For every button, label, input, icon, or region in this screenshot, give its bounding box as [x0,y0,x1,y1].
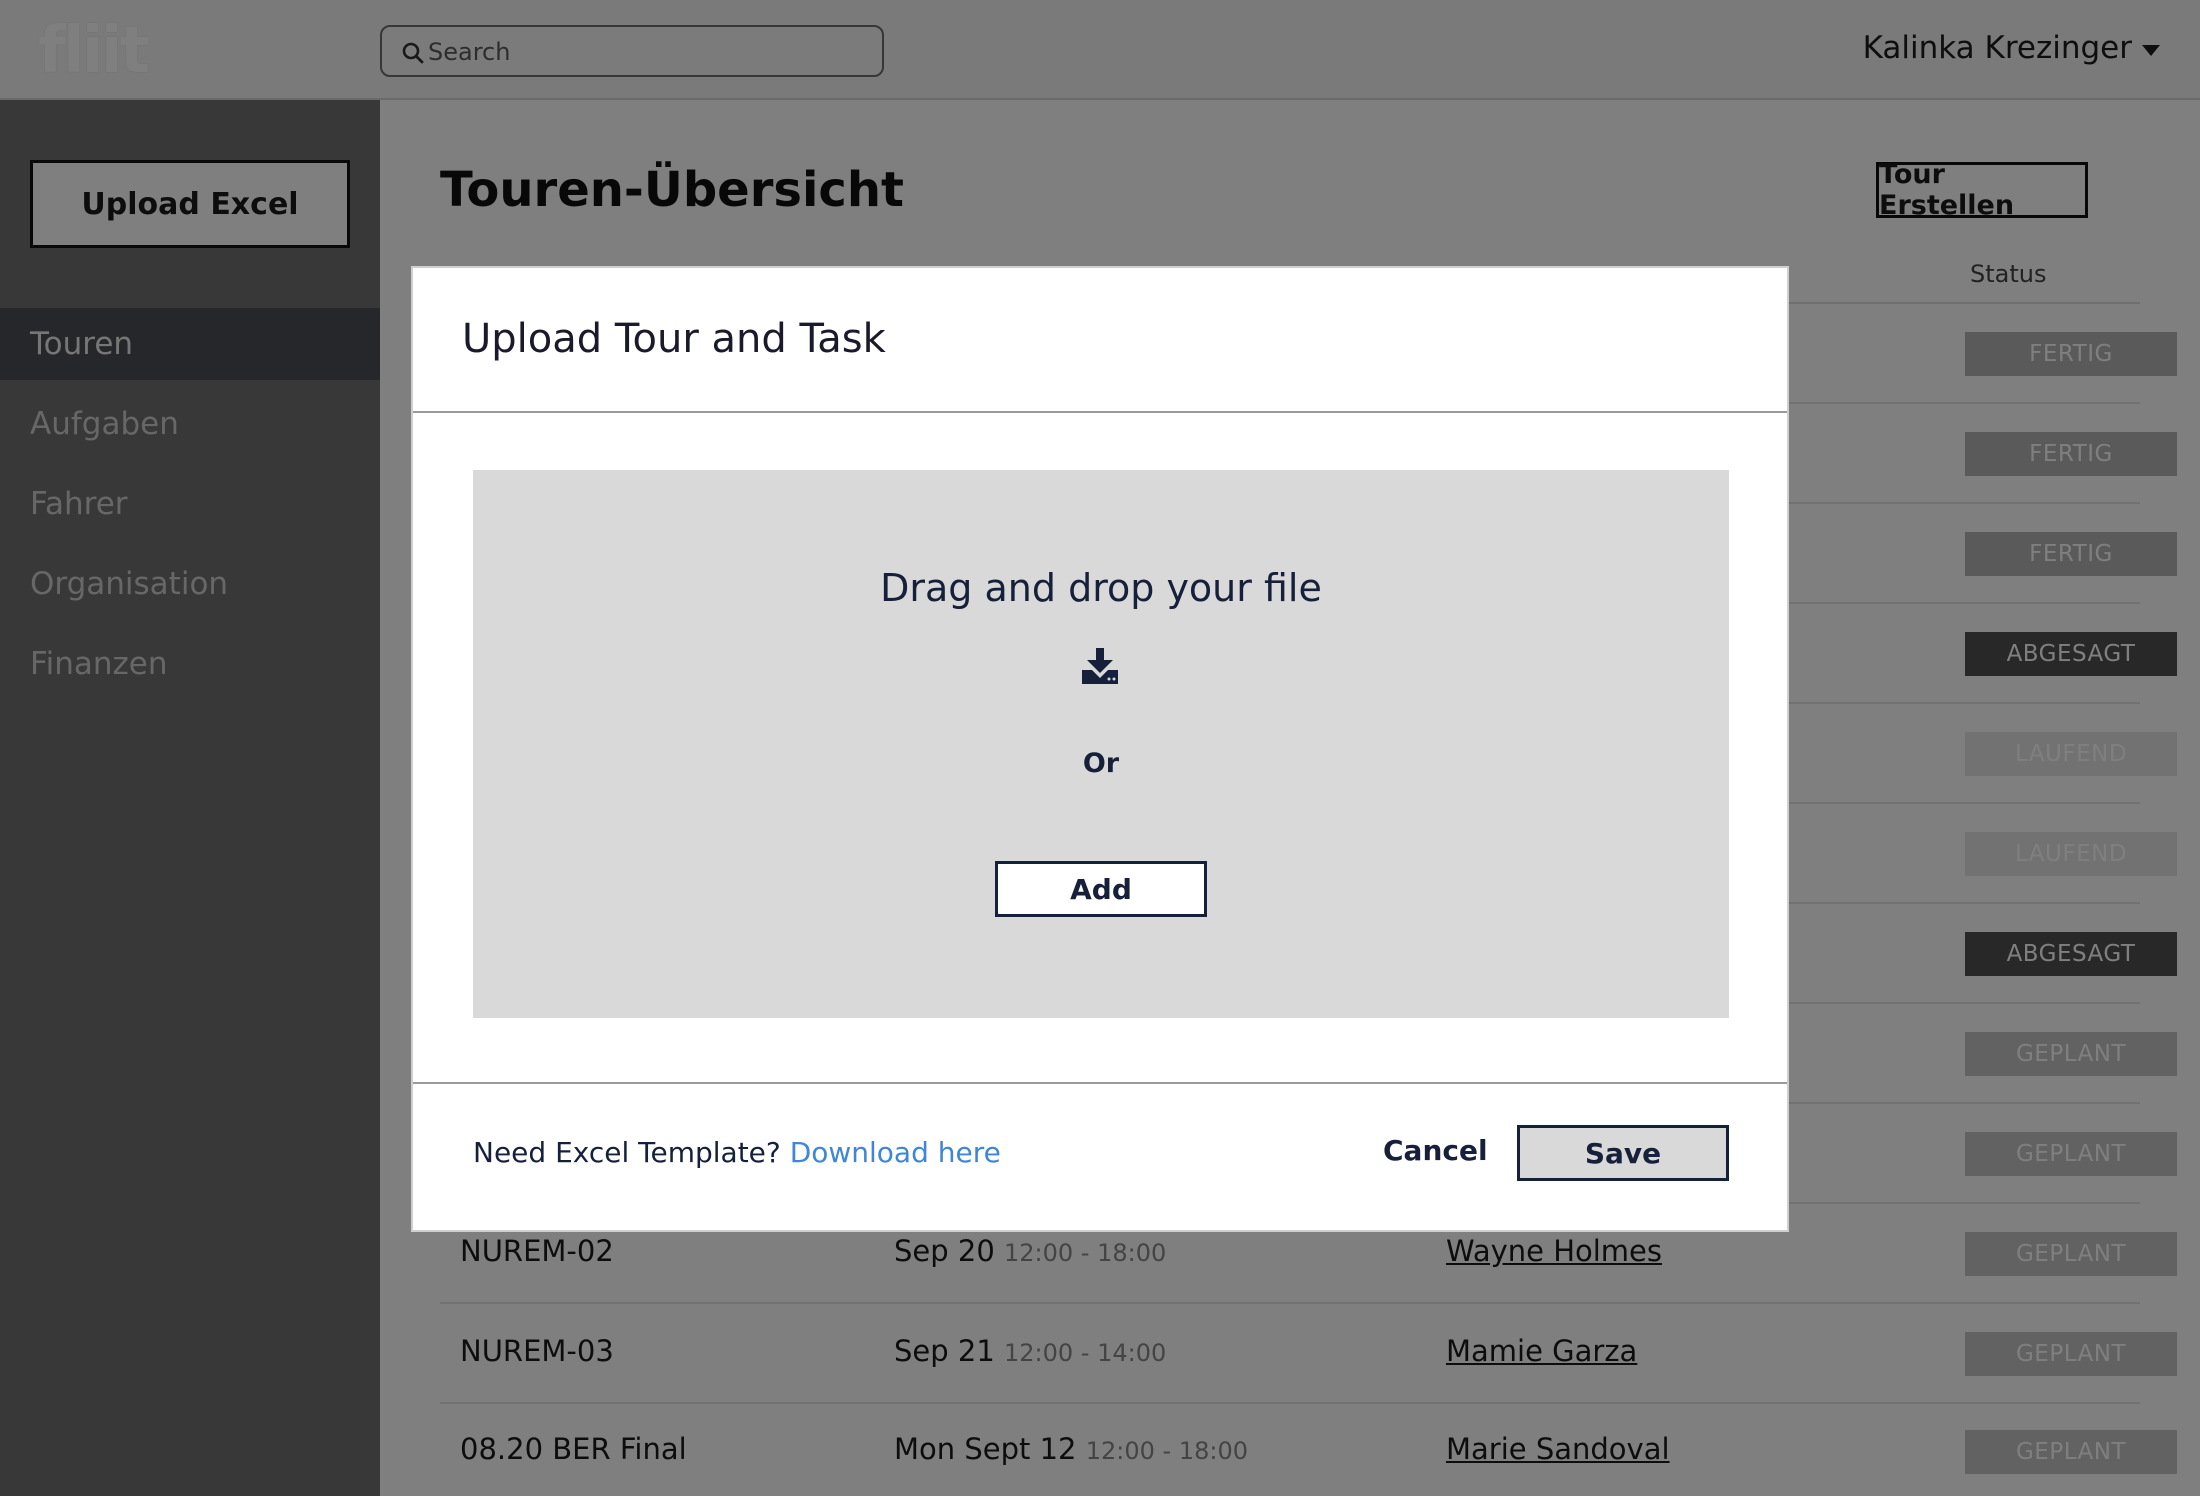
dropzone-text: Drag and drop your file [880,566,1322,610]
modal-footer-divider [413,1082,1787,1084]
add-file-button[interactable]: Add [995,861,1207,917]
upload-modal: Upload Tour and Task Drag and drop your … [411,266,1789,1232]
file-dropzone[interactable]: Drag and drop your file Or Add [473,470,1729,1018]
modal-header-divider [413,411,1787,413]
save-button[interactable]: Save [1517,1125,1729,1181]
cancel-button[interactable]: Cancel [1383,1134,1488,1167]
or-separator: Or [1082,748,1120,779]
template-hint: Need Excel Template? Download here [473,1136,1001,1169]
download-template-link[interactable]: Download here [790,1136,1001,1169]
template-hint-text: Need Excel Template? [473,1136,781,1169]
modal-title: Upload Tour and Task [462,316,886,362]
download-icon [1082,648,1118,684]
